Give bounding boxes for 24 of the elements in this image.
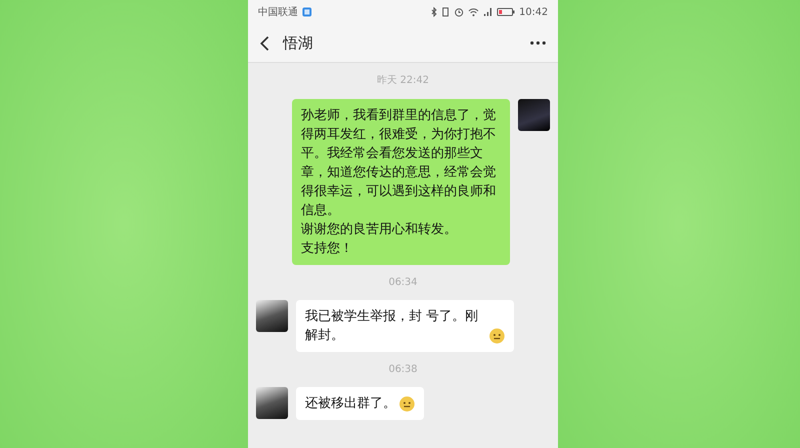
- back-icon[interactable]: [260, 36, 269, 50]
- chat-title: 悟湖: [283, 34, 313, 52]
- more-icon[interactable]: [530, 41, 546, 45]
- avatar[interactable]: [256, 300, 288, 332]
- battery-icon: [497, 7, 516, 17]
- alarm-icon: [454, 7, 464, 17]
- message-text: 孙老师，我看到群里的信息了，觉得两耳发红，很难受，为你打抱不平。我经常会看您发送的那些文章，知道您传达的意思，经常会觉得很幸运，可以遇到这样的良师和信息。: [301, 107, 497, 220]
- message-timestamp: 昨天 22:42: [377, 74, 429, 87]
- signal-icon: [483, 7, 494, 17]
- bluetooth-icon: [431, 7, 438, 17]
- vibrate-icon: [441, 7, 450, 17]
- carrier-label: 中国联通: [258, 6, 298, 19]
- wifi-icon: [468, 7, 480, 17]
- message-text: 还被移出群了。: [305, 395, 396, 413]
- clock-time: 10:42: [519, 6, 548, 18]
- message-timestamp: 06:34: [388, 277, 418, 288]
- smiley-emoji-icon: [399, 396, 415, 412]
- avatar[interactable]: [256, 387, 288, 419]
- smiley-emoji-icon: [489, 328, 505, 344]
- message-text: 谢谢您的良苦用心和转发。: [301, 221, 458, 239]
- chat-app-icon: [302, 7, 312, 17]
- message-text: 我已被学生举报，封 号了。刚解封。: [305, 308, 480, 345]
- message-timestamp: 06:38: [388, 364, 418, 375]
- message-text: 支持您！: [301, 240, 354, 258]
